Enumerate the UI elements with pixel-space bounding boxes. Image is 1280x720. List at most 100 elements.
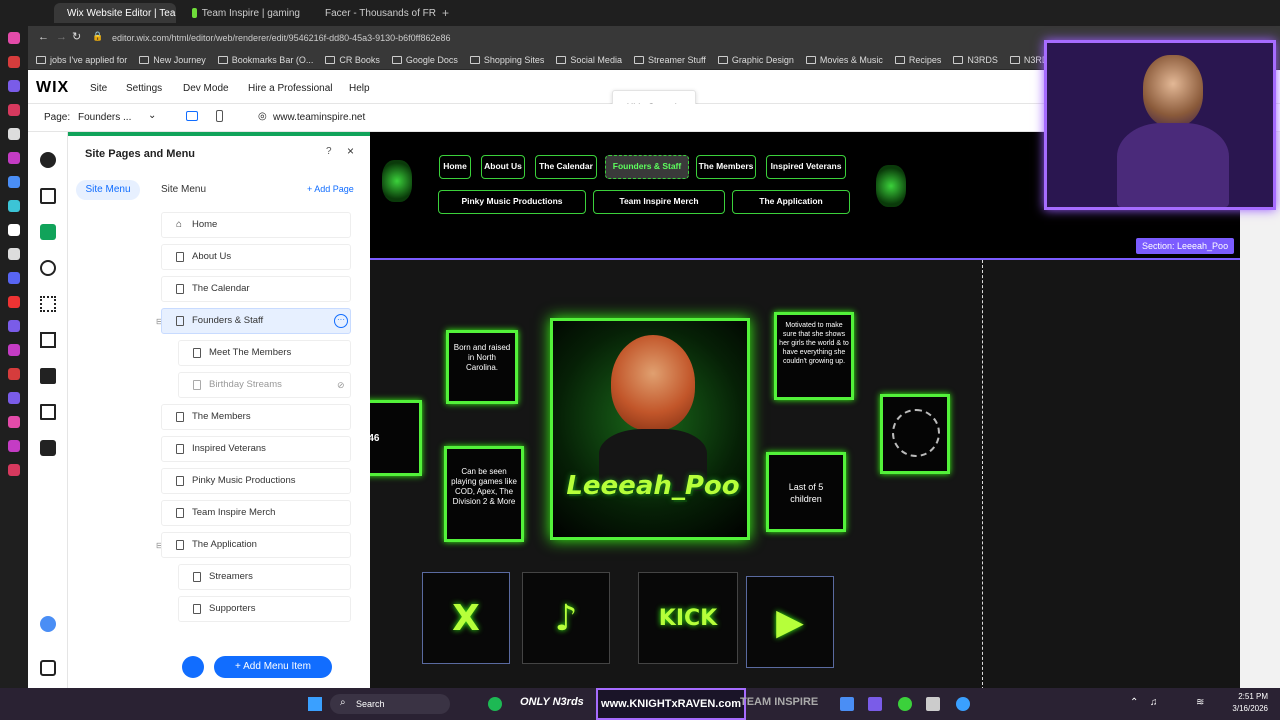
tab-facer[interactable]: Facer - Thousands of FRE [312, 3, 436, 23]
page-item-application[interactable]: The Application [161, 532, 351, 558]
app-icon[interactable] [8, 32, 20, 44]
menu-site[interactable]: Site [90, 83, 107, 94]
section-tag[interactable]: Section: Leeeah_Poo [1136, 238, 1235, 254]
add-elements-icon[interactable] [40, 152, 56, 168]
page-item-founders-staff[interactable]: Founders & Staff ··· [161, 308, 351, 334]
clock-time[interactable]: 2:51 PM [1228, 692, 1268, 701]
business-tools-icon[interactable] [40, 332, 56, 348]
nav-merch[interactable]: Team Inspire Merch [593, 190, 725, 214]
app-icon[interactable] [8, 80, 20, 92]
menu-hire-professional[interactable]: Hire a Professional [248, 83, 332, 94]
nav-founders-staff[interactable]: Founders & Staff [605, 155, 689, 179]
app-icon[interactable] [8, 464, 20, 476]
mobile-view-icon[interactable] [216, 110, 223, 122]
site-url[interactable]: www.teaminspire.net [273, 112, 365, 123]
back-icon[interactable]: ← [38, 31, 49, 43]
app-icon[interactable] [8, 56, 20, 68]
nav-about-us[interactable]: About Us [481, 155, 525, 179]
xbox-icon[interactable] [898, 697, 912, 711]
page-item-supporters[interactable]: Supporters [178, 596, 351, 622]
fact-frame-motivated[interactable]: Motivated to make sure that she shows he… [774, 312, 854, 400]
bookmark-item[interactable]: CR Books [325, 55, 380, 65]
tiktok-social-button[interactable]: ♪ [522, 572, 610, 664]
menu-settings-icon[interactable] [182, 656, 204, 678]
site-design-icon[interactable] [40, 260, 56, 276]
page-item-calendar[interactable]: The Calendar [161, 276, 351, 302]
page-item-birthday-streams[interactable]: Birthday Streams ⊘ [178, 372, 351, 398]
taskbar-search[interactable]: ⌕ Search [330, 694, 450, 714]
app-icon[interactable] [8, 248, 20, 260]
kick-social-button[interactable]: KICK [638, 572, 738, 664]
add-apps-icon[interactable] [40, 296, 56, 312]
app-icon[interactable] [8, 200, 20, 212]
rumble-social-button[interactable]: ▶ [746, 576, 834, 668]
bookmark-item[interactable]: New Journey [139, 55, 206, 65]
reload-icon[interactable]: ↻ [72, 30, 81, 43]
menu-help[interactable]: Help [349, 83, 370, 94]
tab-site-menu[interactable]: Site Menu [76, 180, 140, 200]
bookmark-item[interactable]: Bookmarks Bar (O... [217, 55, 313, 65]
app-icon[interactable] [840, 697, 854, 711]
nav-inspired-veterans[interactable]: Inspired Veterans [766, 155, 846, 179]
app-icon[interactable] [8, 392, 20, 404]
menu-dev-mode[interactable]: Dev Mode [183, 83, 229, 94]
app-icon[interactable] [8, 320, 20, 332]
wix-logo[interactable]: WIX [36, 79, 69, 97]
nav-calendar[interactable]: The Calendar [535, 155, 597, 179]
bookmark-item[interactable]: jobs I've applied for [36, 55, 127, 65]
page-item-about-us[interactable]: About Us [161, 244, 351, 270]
add-section-icon[interactable] [40, 188, 56, 204]
cms-icon[interactable] [40, 404, 56, 420]
chevron-up-icon[interactable]: ⌃ [1130, 697, 1138, 708]
fact-frame-born[interactable]: Born and raised in North Carolina. [446, 330, 518, 404]
app-icon[interactable] [8, 104, 20, 116]
leeeah-poo-avatar-banner[interactable]: Leeeah_Poo [550, 318, 750, 540]
page-selector[interactable]: Founders ... [78, 112, 131, 123]
nav-the-members[interactable]: The Members [696, 155, 756, 179]
app-icon[interactable] [8, 416, 20, 428]
more-actions-icon[interactable]: ··· [334, 314, 348, 328]
page-item-streamers[interactable]: Streamers [178, 564, 351, 590]
bookmark-item[interactable]: Recipes [894, 55, 941, 65]
app-icon[interactable] [8, 368, 20, 380]
page-item-the-members[interactable]: The Members [161, 404, 351, 430]
nav-home[interactable]: Home [439, 155, 471, 179]
bookmark-item[interactable]: Graphic Design [717, 55, 794, 65]
help-icon[interactable]: ? [326, 146, 332, 157]
media-icon[interactable] [40, 368, 56, 384]
chevron-down-icon[interactable]: ⌄ [148, 110, 156, 121]
bookmark-item[interactable]: Movies & Music [805, 55, 883, 65]
bookmark-item[interactable]: N3RDS [953, 55, 998, 65]
close-icon[interactable]: × [347, 144, 354, 158]
wifi-icon[interactable]: ≋ [1196, 697, 1204, 708]
app-icon[interactable] [8, 128, 20, 140]
page-item-merch[interactable]: Team Inspire Merch [161, 500, 351, 526]
bookmark-item[interactable]: Social Media [556, 55, 622, 65]
pages-menu-icon[interactable] [40, 224, 56, 240]
ai-assistant-icon[interactable] [40, 616, 56, 632]
page-item-inspired-veterans[interactable]: Inspired Veterans [161, 436, 351, 462]
app-icon[interactable] [8, 296, 20, 308]
app-icon[interactable] [8, 224, 20, 236]
partial-clock-frame[interactable]: :46 [370, 400, 422, 476]
windows-start-icon[interactable] [308, 697, 322, 711]
fact-frame-children[interactable]: Last of 5 children [766, 452, 846, 532]
url-text[interactable]: editor.wix.com/html/editor/web/renderer/… [112, 30, 451, 46]
app-icon[interactable] [8, 176, 20, 188]
page-item-home[interactable]: ⌂ Home [161, 212, 351, 238]
nav-application[interactable]: The Application [732, 190, 850, 214]
app-icon[interactable] [868, 697, 882, 711]
site-logo-right[interactable] [876, 165, 906, 207]
app-icon[interactable] [8, 344, 20, 356]
tab-wix-editor[interactable]: Wix Website Editor | Team [54, 3, 176, 23]
nav-pinky-music[interactable]: Pinky Music Productions [438, 190, 586, 214]
fact-frame-games[interactable]: Can be seen playing games like COD, Apex… [444, 446, 524, 542]
spotify-icon[interactable] [488, 697, 502, 711]
bookmark-item[interactable]: Shopping Sites [469, 55, 544, 65]
tab-team-inspire[interactable]: Team Inspire | gaming [184, 3, 308, 23]
add-page-button[interactable]: + Add Page [307, 184, 354, 194]
watch-face-frame[interactable] [880, 394, 950, 474]
x-social-button[interactable]: X [422, 572, 510, 664]
bookmark-item[interactable]: Streamer Stuff [633, 55, 706, 65]
menu-settings[interactable]: Settings [126, 83, 162, 94]
